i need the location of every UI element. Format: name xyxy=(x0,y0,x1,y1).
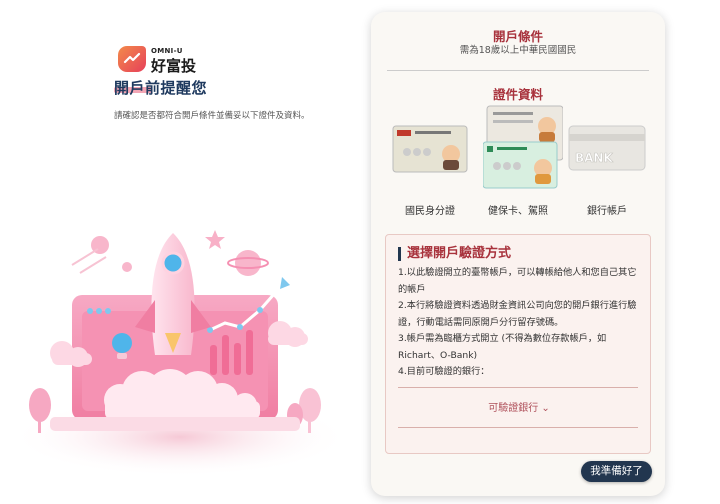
bank-dropdown-toggle[interactable]: 可驗證銀行 ⌄ xyxy=(386,399,652,414)
bank-card-icon: BANK xyxy=(568,125,646,171)
page-title: 開戶前提醒您 xyxy=(114,79,208,97)
brand-logo: OMNI-U 好富投 xyxy=(118,46,228,75)
verification-item: 2.本行將驗證資料透過財金資訊公司向您的開戶銀行進行驗證，行動電話需同原開戶分行… xyxy=(398,300,637,328)
documents-title: 證件資料 xyxy=(492,87,543,102)
chevron-down-icon: ⌄ xyxy=(538,403,550,414)
requirements-card: 開戶條件 需為18歲以上中華民國國民 證件資料 BANK 國民身分證 健保卡、駕… xyxy=(371,12,665,496)
logo-mark-icon xyxy=(118,46,146,72)
verification-title: 選擇開戶驗證方式 xyxy=(398,247,511,261)
verification-item: 1.以此驗證開立的臺幣帳戶，可以轉帳給他人和您自己其它的帳戶 xyxy=(398,267,637,295)
conditions-text: 需為18歲以上中華民國國民 xyxy=(459,45,577,56)
document-label-id: 國民身分證 xyxy=(405,206,455,217)
verification-list: 1.以此驗證開立的臺幣帳戶，可以轉帳給他人和您自己其它的帳戶 2.本行將驗證資料… xyxy=(398,265,638,381)
rocket-illustration xyxy=(10,230,350,477)
ready-button[interactable]: 我準備好了 xyxy=(581,461,652,482)
brand-small-text: OMNI-U xyxy=(151,47,183,55)
health-card-icon xyxy=(483,105,563,189)
brand-name: 好富投 xyxy=(151,57,197,75)
verification-box: 選擇開戶驗證方式 1.以此驗證開立的臺幣帳戶，可以轉帳給他人和您自己其它的帳戶 … xyxy=(385,234,651,454)
document-label-bank: 銀行帳戶 xyxy=(587,206,627,217)
svg-text:BANK: BANK xyxy=(575,151,613,165)
divider xyxy=(387,70,649,71)
verification-item: 4.目前可驗證的銀行： xyxy=(398,366,490,377)
page-subtitle: 請確認是否都符合開戶條件並備妥以下證件及資料。 xyxy=(114,111,310,121)
divider xyxy=(398,387,638,388)
document-label-health: 健保卡、駕照 xyxy=(488,206,548,217)
divider xyxy=(398,427,638,428)
verification-item: 3.帳戶需為臨櫃方式開立 (不得為數位存款帳戶，如Richart、O-Bank) xyxy=(398,333,607,361)
